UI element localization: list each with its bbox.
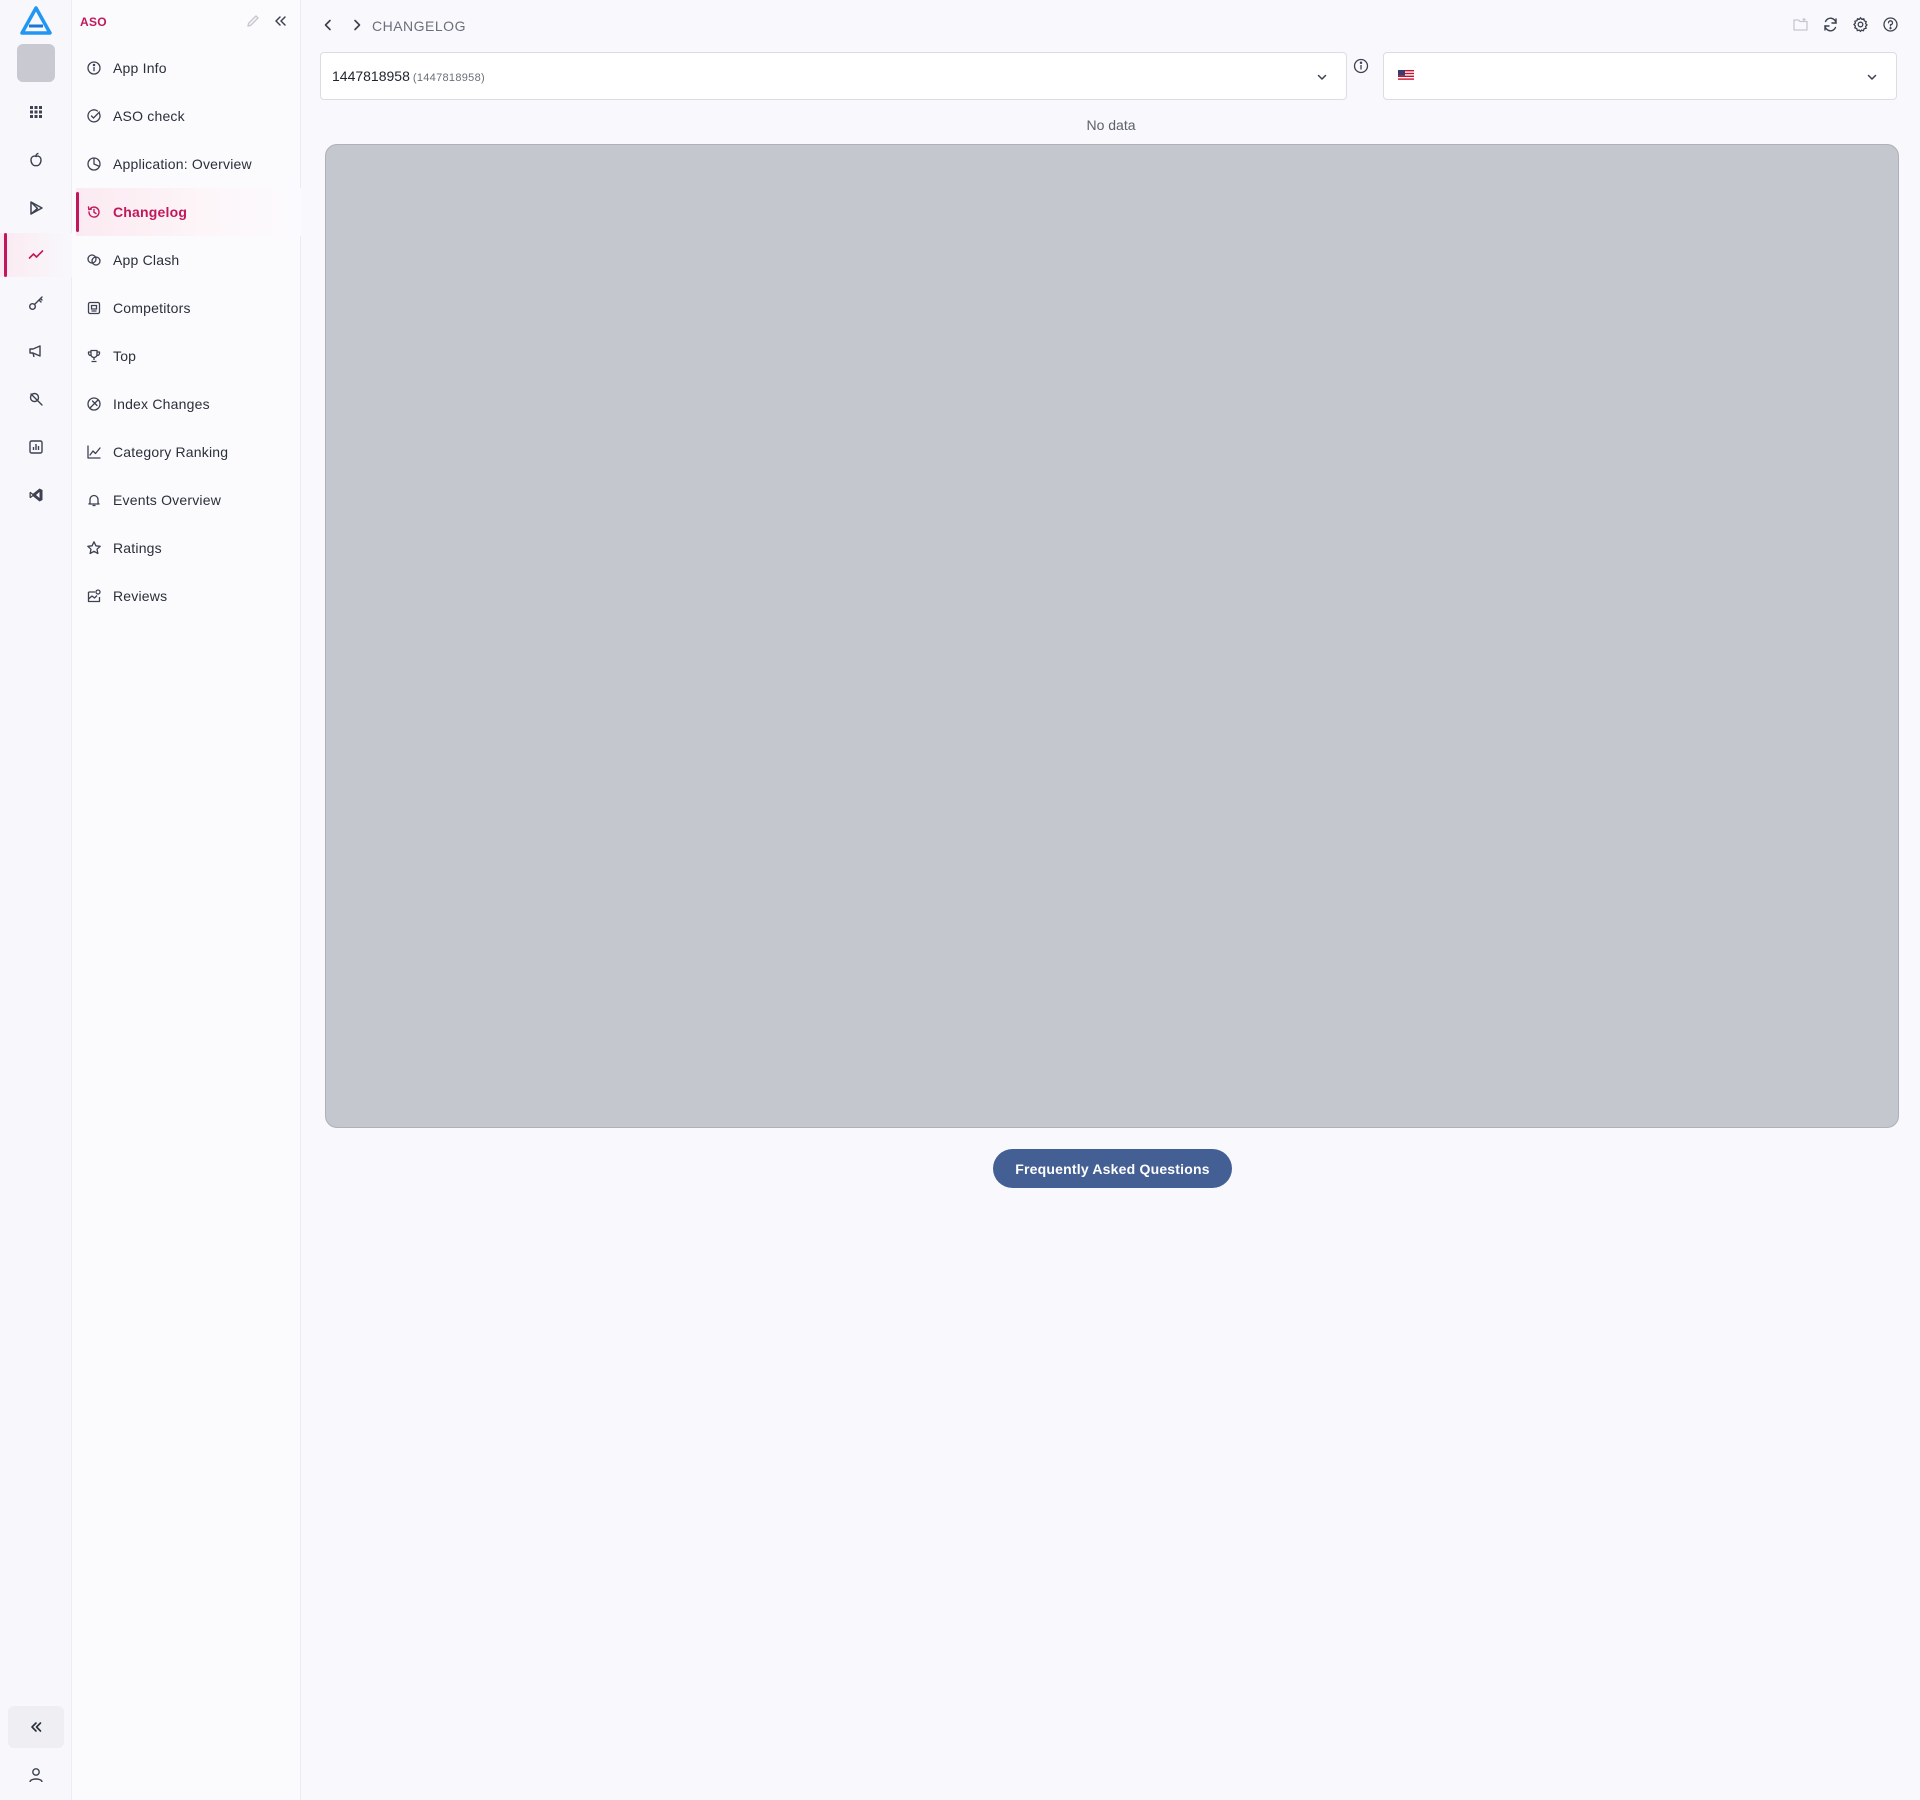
add-to-folder-button[interactable] [1791,15,1810,34]
app-root: ASO App Info ASO check Application: Over… [0,0,1920,1800]
sidebar-item-application-overview[interactable]: Application: Overview [76,140,301,188]
trophy-icon [87,349,101,363]
user-profile-button[interactable] [16,1758,56,1792]
chevron-down-icon [1317,74,1327,80]
bell-icon [88,494,100,507]
sidebar-item-label: Category Ranking [113,444,229,460]
competitors-icon [87,301,101,315]
main-content: CHANGELOG 1447818958 (1447818958) No dat… [302,0,1920,1800]
sidebar-item-label: Top [113,348,137,364]
app-logo-icon[interactable] [20,6,52,36]
app-select-value: 1447818958 (1447818958) [332,68,485,84]
pencil-icon[interactable] [245,13,261,29]
index-icon [87,397,101,411]
country-select[interactable] [1383,52,1897,100]
app-select[interactable]: 1447818958 (1447818958) [320,52,1347,100]
forward-button[interactable] [348,16,366,34]
grid-icon [30,106,42,118]
rail-item-reports[interactable] [0,425,72,469]
clash-icon [87,254,101,266]
back-button[interactable] [319,16,337,34]
rail-item-integrations[interactable] [0,473,72,517]
sidebar-item-label: Events Overview [113,492,222,508]
key-icon [29,296,43,310]
rail-item-google-play[interactable] [0,186,72,230]
refresh-button[interactable] [1821,15,1840,34]
app-id: 1447818958 [332,68,410,84]
sidebar-item-reviews[interactable]: Reviews [76,572,301,620]
sidebar-item-top[interactable]: Top [76,332,301,380]
gear-icon [1853,16,1868,33]
icon-rail [0,0,72,1800]
sidebar-item-label: Application: Overview [113,156,252,172]
no-data-text: No data [1086,117,1136,133]
sidebar-item-category-ranking[interactable]: Category Ranking [76,428,301,476]
sidebar-item-label: App Info [113,60,167,76]
play-store-icon [30,201,43,215]
chevron-down-icon [1867,74,1877,80]
history-icon [87,206,100,218]
sidebar-nav: App Info ASO check Application: Overview… [76,44,301,620]
apple-icon [30,152,42,167]
user-icon [29,1768,43,1783]
rail-item-campaigns[interactable] [0,329,72,373]
top-actions [1791,15,1900,34]
sidebar-item-label: Index Changes [113,396,210,412]
changelog-content-placeholder [325,144,1899,1128]
faq-button[interactable]: Frequently Asked Questions [993,1149,1232,1188]
check-circle-icon [87,109,101,123]
rail-item-aso[interactable] [0,233,72,277]
sidebar-item-aso-check[interactable]: ASO check [76,92,301,140]
rail-item-keywords[interactable] [0,281,72,325]
sidebar-item-events-overview[interactable]: Events Overview [76,476,301,524]
trend-icon [28,250,44,259]
workspace-avatar[interactable] [17,44,55,82]
rail-item-app-store[interactable] [0,138,72,182]
sidebar-item-label: ASO check [113,108,185,124]
refresh-icon [1824,17,1837,32]
search-tools-icon [29,392,43,406]
us-flag-icon [1398,70,1414,81]
sidebar-item-label: Changelog [113,204,188,220]
sidebar-header: ASO [72,0,301,44]
double-chevron-left-icon [31,1722,42,1732]
sidebar-item-app-info[interactable]: App Info [76,44,301,92]
sidebar-item-app-clash[interactable]: App Clash [76,236,301,284]
report-icon [29,440,43,454]
help-circle-icon [1883,17,1898,32]
help-button[interactable] [1881,15,1900,34]
rail-collapse-button[interactable] [8,1706,64,1748]
megaphone-icon [29,345,41,358]
vscode-icon [29,488,43,502]
rail-item-dashboard[interactable] [0,90,72,134]
sidebar-item-index-changes[interactable]: Index Changes [76,380,301,428]
settings-button[interactable] [1851,15,1870,34]
sidebar-title: ASO [80,15,107,29]
info-circle-icon[interactable] [1352,57,1370,75]
top-bar: CHANGELOG [302,0,1920,50]
sidebar-item-label: Ratings [113,540,162,556]
section-sidebar: ASO App Info ASO check Application: Over… [72,0,301,1800]
breadcrumb: CHANGELOG [372,18,466,34]
folder-add-icon [1793,18,1808,31]
double-chevron-left-icon[interactable] [271,12,289,30]
sidebar-item-competitors[interactable]: Competitors [76,284,301,332]
sidebar-item-ratings[interactable]: Ratings [76,524,301,572]
sidebar-item-label: Reviews [113,588,168,604]
sidebar-item-changelog[interactable]: Changelog [76,188,301,236]
app-id-sub: (1447818958) [412,72,485,84]
rail-item-tools[interactable] [0,377,72,421]
pie-chart-icon [87,157,101,171]
chevron-left-icon [324,19,331,31]
info-circle-icon [87,61,101,75]
line-chart-icon [87,445,101,459]
chevron-right-icon [354,19,361,31]
sidebar-item-label: Competitors [113,300,191,316]
reviews-icon [87,589,101,603]
star-icon [87,541,101,555]
sidebar-item-label: App Clash [113,252,180,268]
